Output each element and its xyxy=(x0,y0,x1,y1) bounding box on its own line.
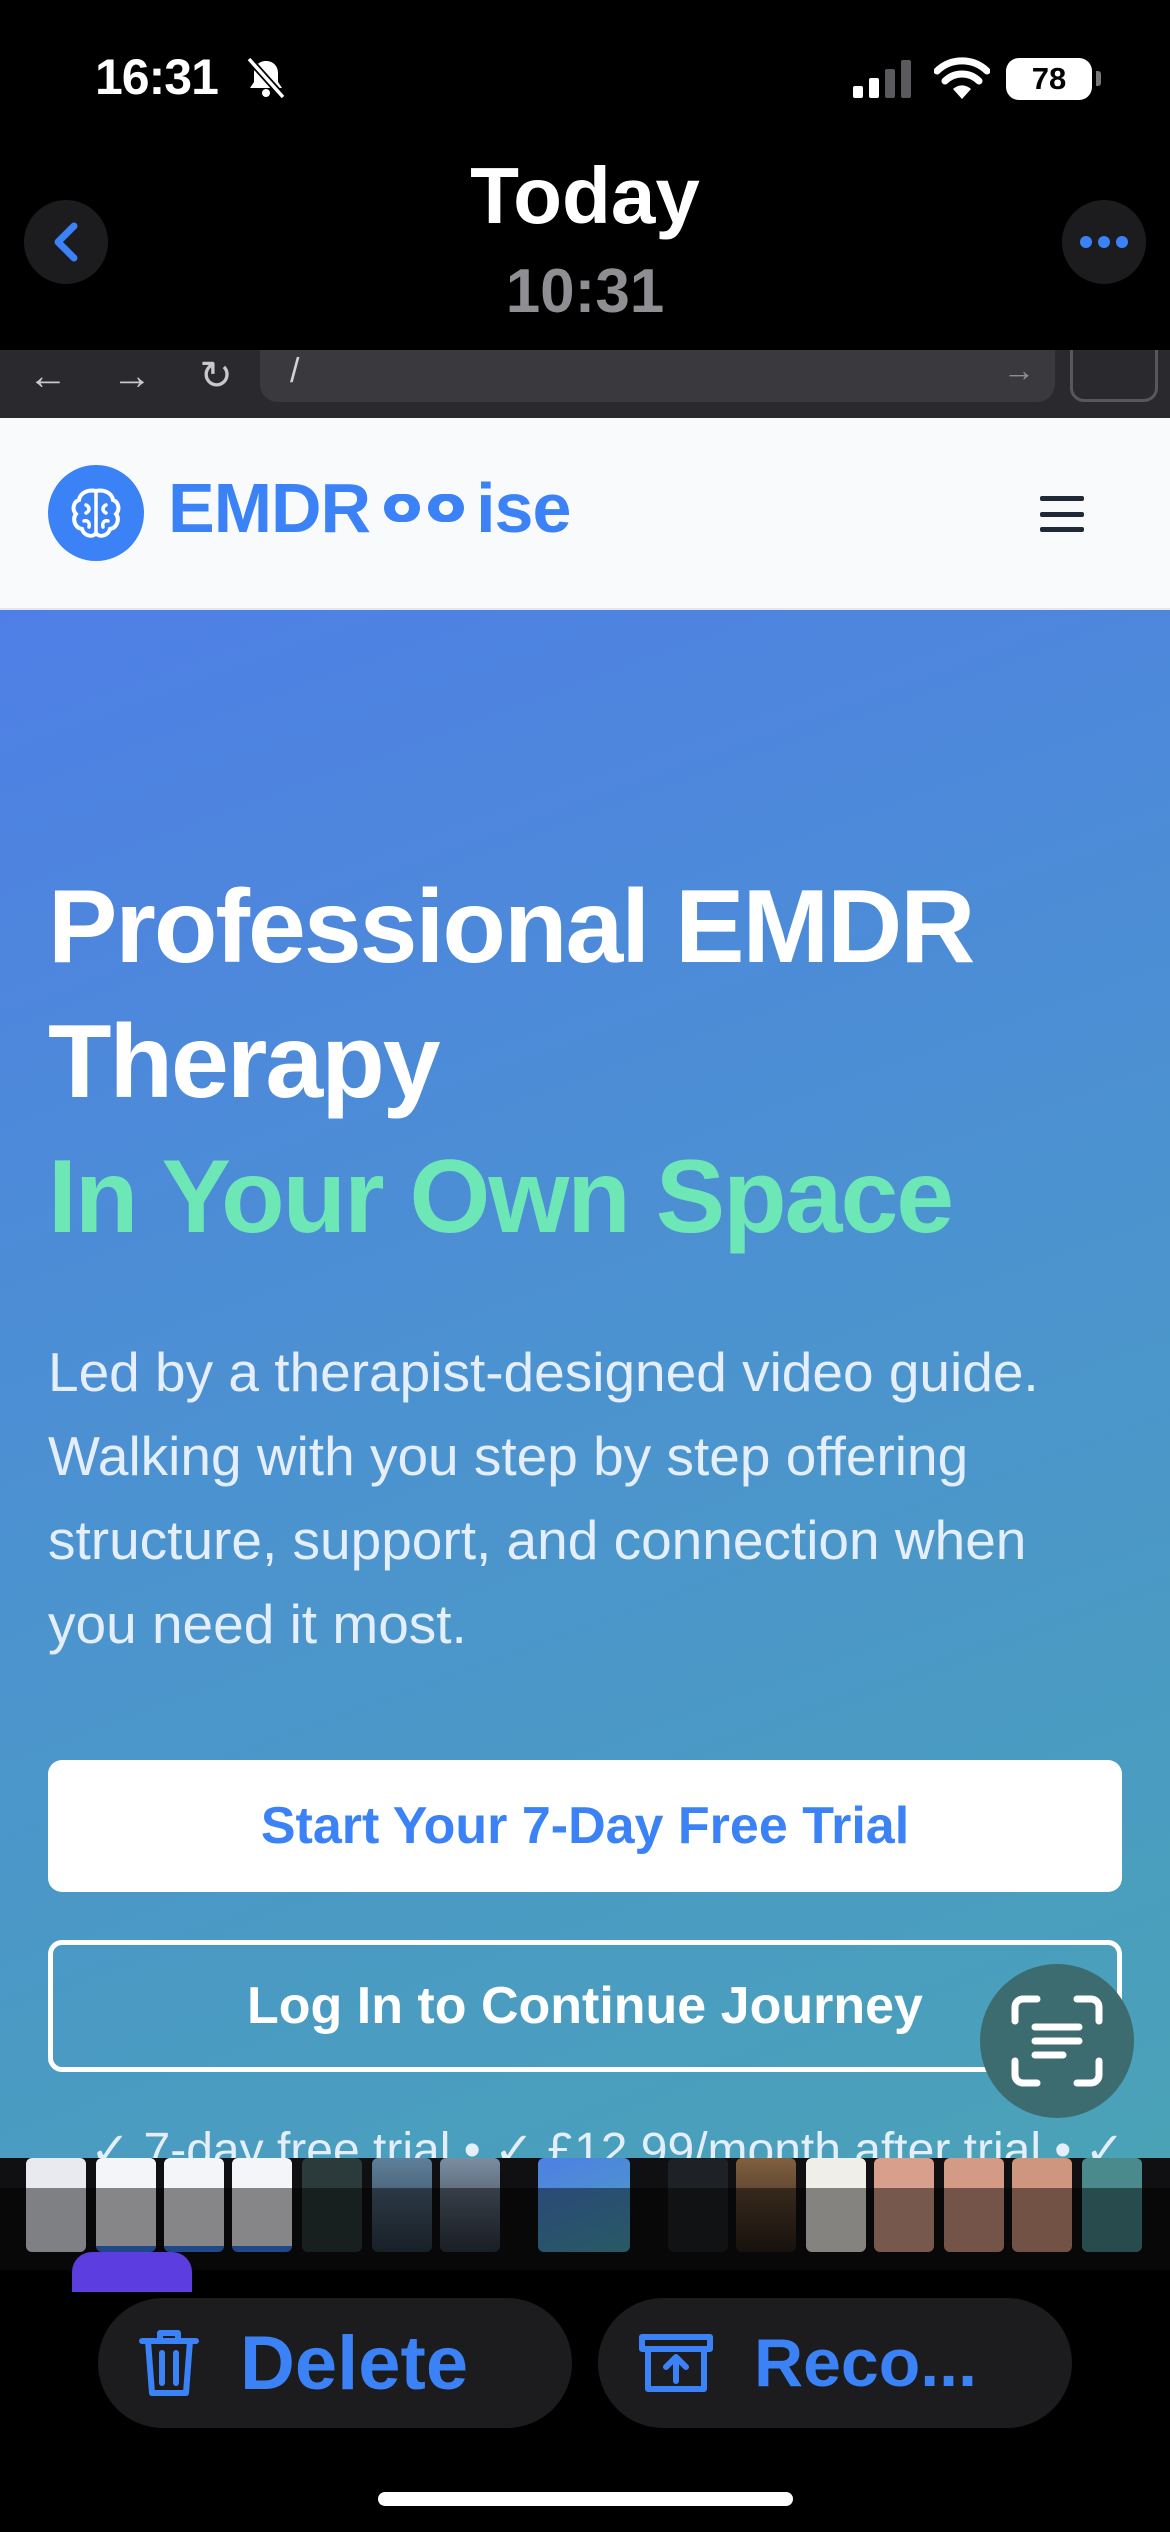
logo-eyes-icon xyxy=(384,494,465,522)
address-bar[interactable]: / → xyxy=(260,350,1055,402)
status-time: 16:31 xyxy=(95,49,219,105)
text-scan-icon xyxy=(1011,1995,1103,2087)
trash-icon xyxy=(139,2330,199,2396)
login-button[interactable]: Log In to Continue Journey xyxy=(48,1940,1122,2072)
more-button[interactable] xyxy=(1062,200,1146,284)
site-navbar: EMDR ise xyxy=(0,418,1170,610)
recover-button[interactable]: Reco... xyxy=(598,2298,1072,2428)
reload-icon[interactable]: ↻ xyxy=(194,354,238,398)
site-logo[interactable]: EMDR ise xyxy=(168,468,571,548)
hero-description: Led by a therapist-designed video guide.… xyxy=(48,1341,1039,1655)
recover-label: Reco... xyxy=(754,2325,977,2401)
go-arrow-icon[interactable]: → xyxy=(1003,352,1035,389)
photo-viewer-header: Today 10:31 xyxy=(0,140,1170,350)
hamburger-menu-icon[interactable] xyxy=(1040,496,1084,532)
logo-text-right: ise xyxy=(476,469,571,547)
recover-tray-icon xyxy=(639,2334,713,2392)
website-content: EMDR ise Professional EMDR Therapy In Yo… xyxy=(0,418,1170,2188)
start-trial-button[interactable]: Start Your 7-Day Free Trial xyxy=(48,1760,1122,1892)
bell-slash-icon xyxy=(246,56,286,100)
photo-date-title: Today xyxy=(470,151,700,240)
thumbnail-selection-indicator xyxy=(72,2252,192,2292)
status-bar: 16:31 78 xyxy=(0,0,1170,150)
delete-button[interactable]: Delete xyxy=(98,2298,572,2428)
share-icon[interactable] xyxy=(1070,350,1158,402)
live-text-button[interactable] xyxy=(980,1964,1134,2118)
battery-icon: 78 xyxy=(1006,58,1101,100)
ellipsis-icon xyxy=(1080,236,1128,248)
logo-text-left: EMDR xyxy=(168,469,371,547)
photo-time-subtitle: 10:31 xyxy=(505,257,665,326)
hero-section: Professional EMDR Therapy In Your Own Sp… xyxy=(0,610,1170,2188)
hero-accent-title: In Your Own Space xyxy=(48,1139,954,1255)
cellular-signal-icon xyxy=(853,60,911,98)
address-text: / xyxy=(290,352,300,390)
brain-icon[interactable] xyxy=(48,465,144,561)
hero-title: Professional EMDR Therapy xyxy=(48,869,975,1120)
arrow-left-icon[interactable]: ← xyxy=(26,354,70,398)
browser-toolbar: ← → ↻ / → xyxy=(0,350,1170,418)
arrow-right-icon[interactable]: → xyxy=(110,354,154,398)
delete-label: Delete xyxy=(240,2320,469,2406)
wifi-icon xyxy=(934,57,990,99)
home-indicator[interactable] xyxy=(378,2492,793,2506)
